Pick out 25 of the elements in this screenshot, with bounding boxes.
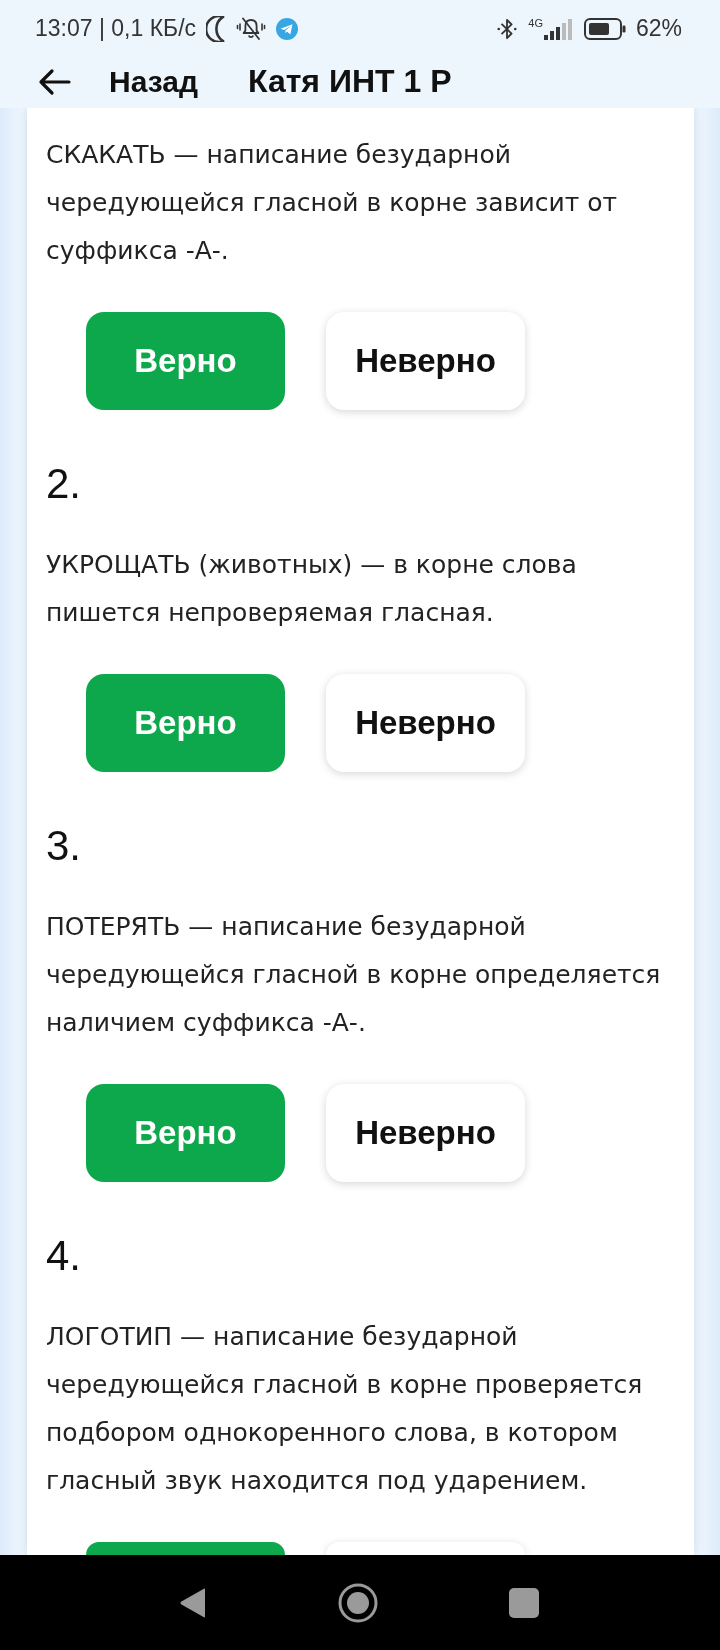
answer-button[interactable] [86,1542,285,1555]
question-text: УКРОЩАТЬ (животных) — в корне слова пишется непроверяемая гласная. [46,549,578,629]
answer-button[interactable]: Неверно [326,674,525,772]
muted-bell-icon [236,15,267,42]
answer-button[interactable]: Неверно [326,312,525,410]
moon-icon [206,15,227,42]
back-arrow-icon[interactable] [37,67,71,96]
question-text: СКАКАТЬ — написание безударной чередующейся гласной в корне зависит от суффикса -А-. [46,139,619,267]
question-text: ЛОГОТИП — написание безударной чередующейся гласной в корне проверяется подбором однокоренного слова, в котором гласный звук находится под ударением. [46,1321,644,1497]
recent-apps-icon[interactable] [509,1587,539,1618]
back-icon[interactable] [179,1586,207,1619]
back-link[interactable]: Назад [109,64,198,99]
question-text: ПОТЕРЯТЬ — написание безударной чередующейся гласной в корне определяется наличием суффикса -А-. [46,911,662,1039]
battery-percent: 62% [635,15,682,42]
signal-icon [543,17,574,40]
question-number: 4. [46,1232,83,1280]
question-number: 2. [46,460,83,508]
question-number: 3. [46,822,83,870]
page-title: Катя ИНТ 1 Р [247,63,452,100]
battery-icon [583,17,626,40]
paper-plane-icon [276,17,299,40]
answer-button[interactable]: Неверно [326,1084,525,1182]
status-text: 13:07 | 0,1 КБ/с [35,15,197,42]
home-icon[interactable] [338,1582,378,1623]
network-label: 4G [528,17,543,29]
